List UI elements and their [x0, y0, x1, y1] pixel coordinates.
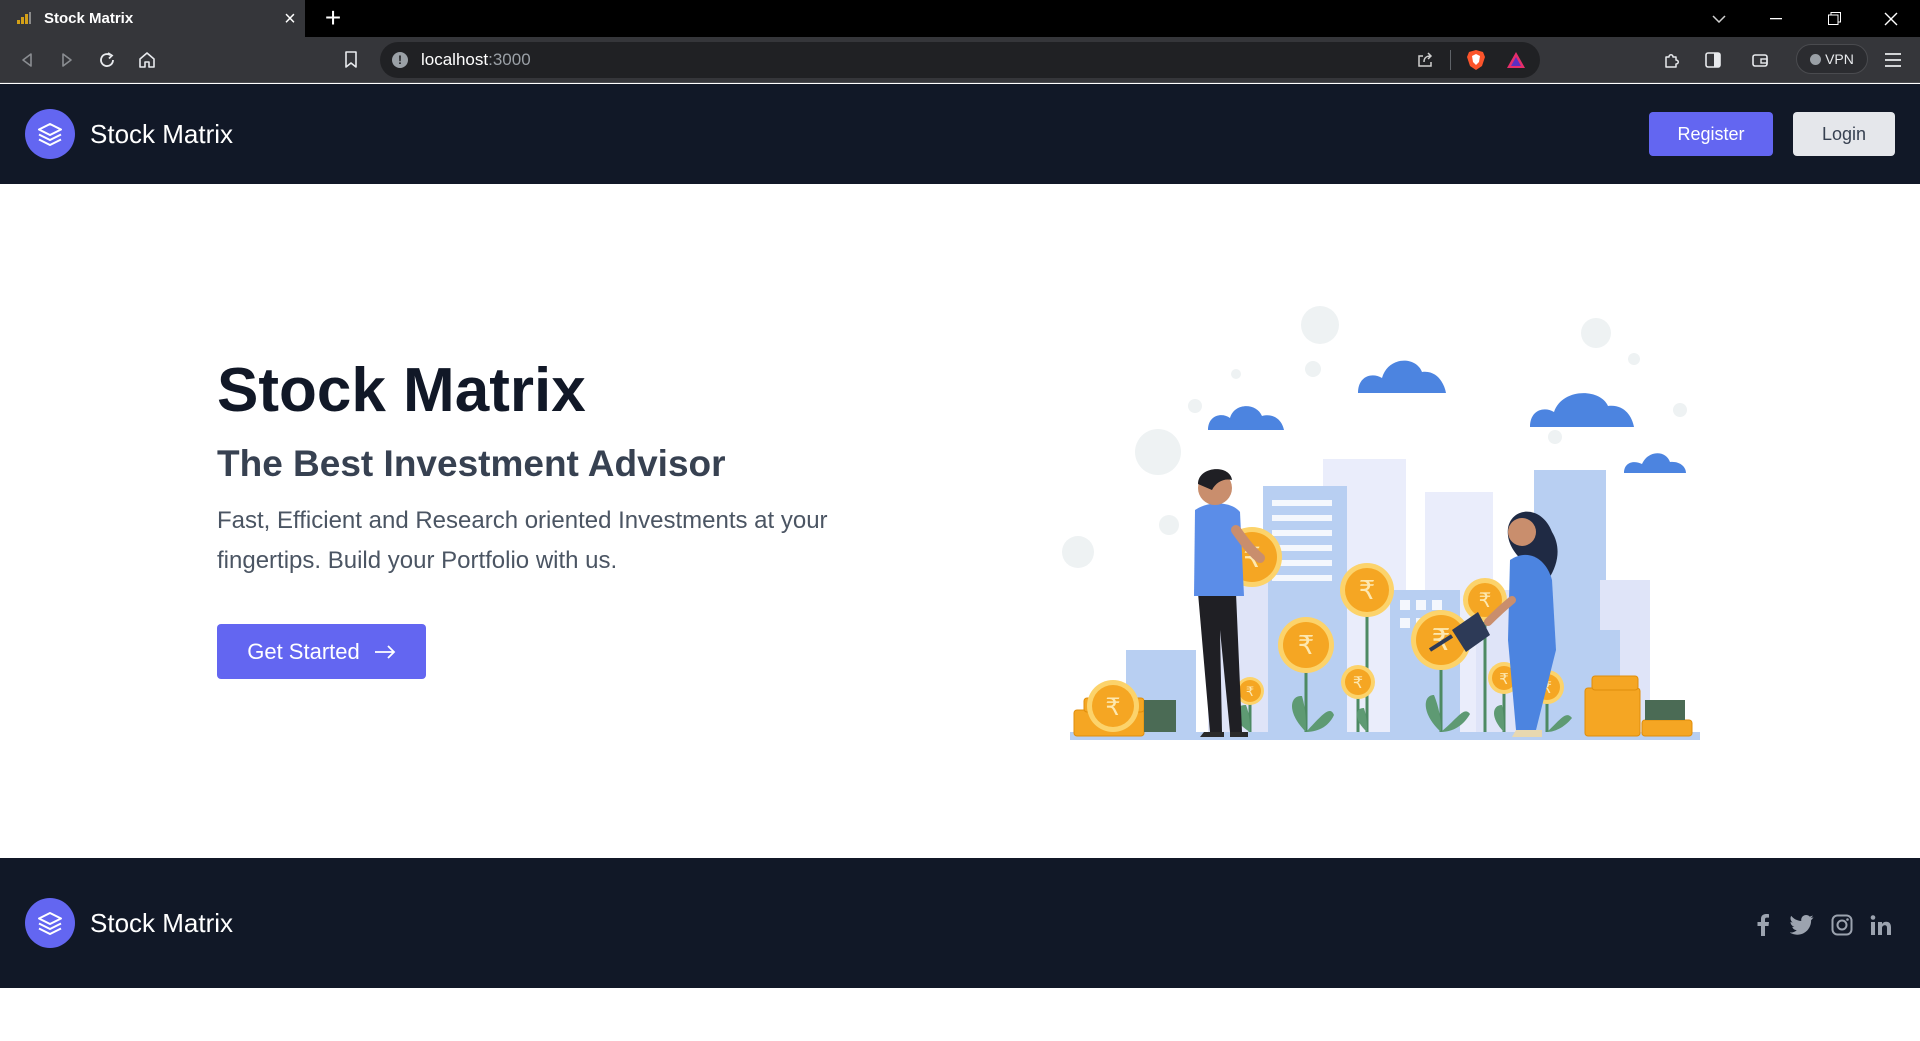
home-icon[interactable]	[134, 47, 160, 73]
brave-rewards-icon[interactable]	[1506, 51, 1526, 69]
footer-logo-icon[interactable]	[25, 898, 75, 948]
hero-description: Fast, Efficient and Research oriented In…	[217, 507, 828, 574]
investment-illustration: ₹ ₹ ₹ ₹ ₹ ₹ ₹ ₹ ₹ ₹	[1062, 306, 1700, 740]
sidebar-icon[interactable]	[1700, 47, 1726, 73]
tab-search-chevron-icon[interactable]	[1696, 0, 1742, 37]
arrow-right-icon	[374, 644, 396, 659]
chart-favicon-icon	[17, 12, 31, 24]
browser-toolbar: ! localhost:3000 VPN	[0, 37, 1920, 83]
restore-icon[interactable]	[1811, 0, 1857, 37]
tab-title: Stock Matrix	[44, 10, 134, 27]
browser-tab[interactable]: Stock Matrix ×	[0, 0, 305, 37]
new-tab-icon[interactable]: +	[320, 4, 346, 32]
back-icon[interactable]	[14, 47, 40, 73]
vpn-status-icon	[1810, 54, 1822, 65]
hero-title: Stock Matrix	[217, 356, 586, 425]
logo-icon[interactable]	[25, 109, 75, 159]
footer-brand[interactable]: Stock Matrix	[90, 908, 233, 938]
get-started-label: Get Started	[247, 638, 360, 664]
minimize-icon[interactable]	[1753, 0, 1799, 37]
extensions-icon[interactable]	[1659, 47, 1685, 73]
svg-text:₹: ₹	[1298, 631, 1315, 661]
get-started-button[interactable]: Get Started	[217, 624, 426, 679]
header-brand[interactable]: Stock Matrix	[90, 119, 233, 149]
login-button[interactable]: Login	[1793, 112, 1895, 156]
wallet-icon[interactable]	[1747, 47, 1773, 73]
omnibox-divider	[1450, 50, 1451, 70]
site-info-icon[interactable]: !	[392, 52, 408, 68]
svg-text:₹: ₹	[1479, 588, 1492, 612]
facebook-icon[interactable]	[1750, 912, 1776, 938]
close-window-icon[interactable]	[1868, 0, 1914, 37]
svg-text:₹: ₹	[1359, 576, 1376, 606]
linkedin-icon[interactable]	[1868, 912, 1894, 938]
svg-text:₹: ₹	[1353, 673, 1363, 692]
svg-text:₹: ₹	[1105, 693, 1120, 721]
site-header: Stock Matrix Register Login	[0, 84, 1920, 184]
vpn-button[interactable]: VPN	[1796, 44, 1868, 74]
svg-text:₹: ₹	[1246, 685, 1254, 700]
hero-subtitle: The Best Investment Advisor	[217, 443, 726, 484]
url-text: localhost:3000	[421, 50, 531, 69]
site-footer: Stock Matrix	[0, 858, 1920, 988]
menu-icon[interactable]	[1880, 47, 1906, 73]
address-bar[interactable]: ! localhost:3000	[380, 42, 1540, 78]
svg-text:₹: ₹	[1499, 670, 1509, 688]
share-icon[interactable]	[1416, 51, 1434, 69]
instagram-icon[interactable]	[1829, 912, 1855, 938]
brave-shields-icon[interactable]	[1466, 49, 1486, 71]
reload-icon[interactable]	[94, 47, 120, 73]
twitter-icon[interactable]	[1789, 912, 1815, 938]
forward-icon[interactable]	[54, 47, 80, 73]
tab-close-icon[interactable]: ×	[280, 9, 300, 29]
bookmark-icon[interactable]	[338, 47, 364, 73]
register-button[interactable]: Register	[1649, 112, 1773, 156]
browser-tab-strip: Stock Matrix × +	[0, 0, 1920, 37]
